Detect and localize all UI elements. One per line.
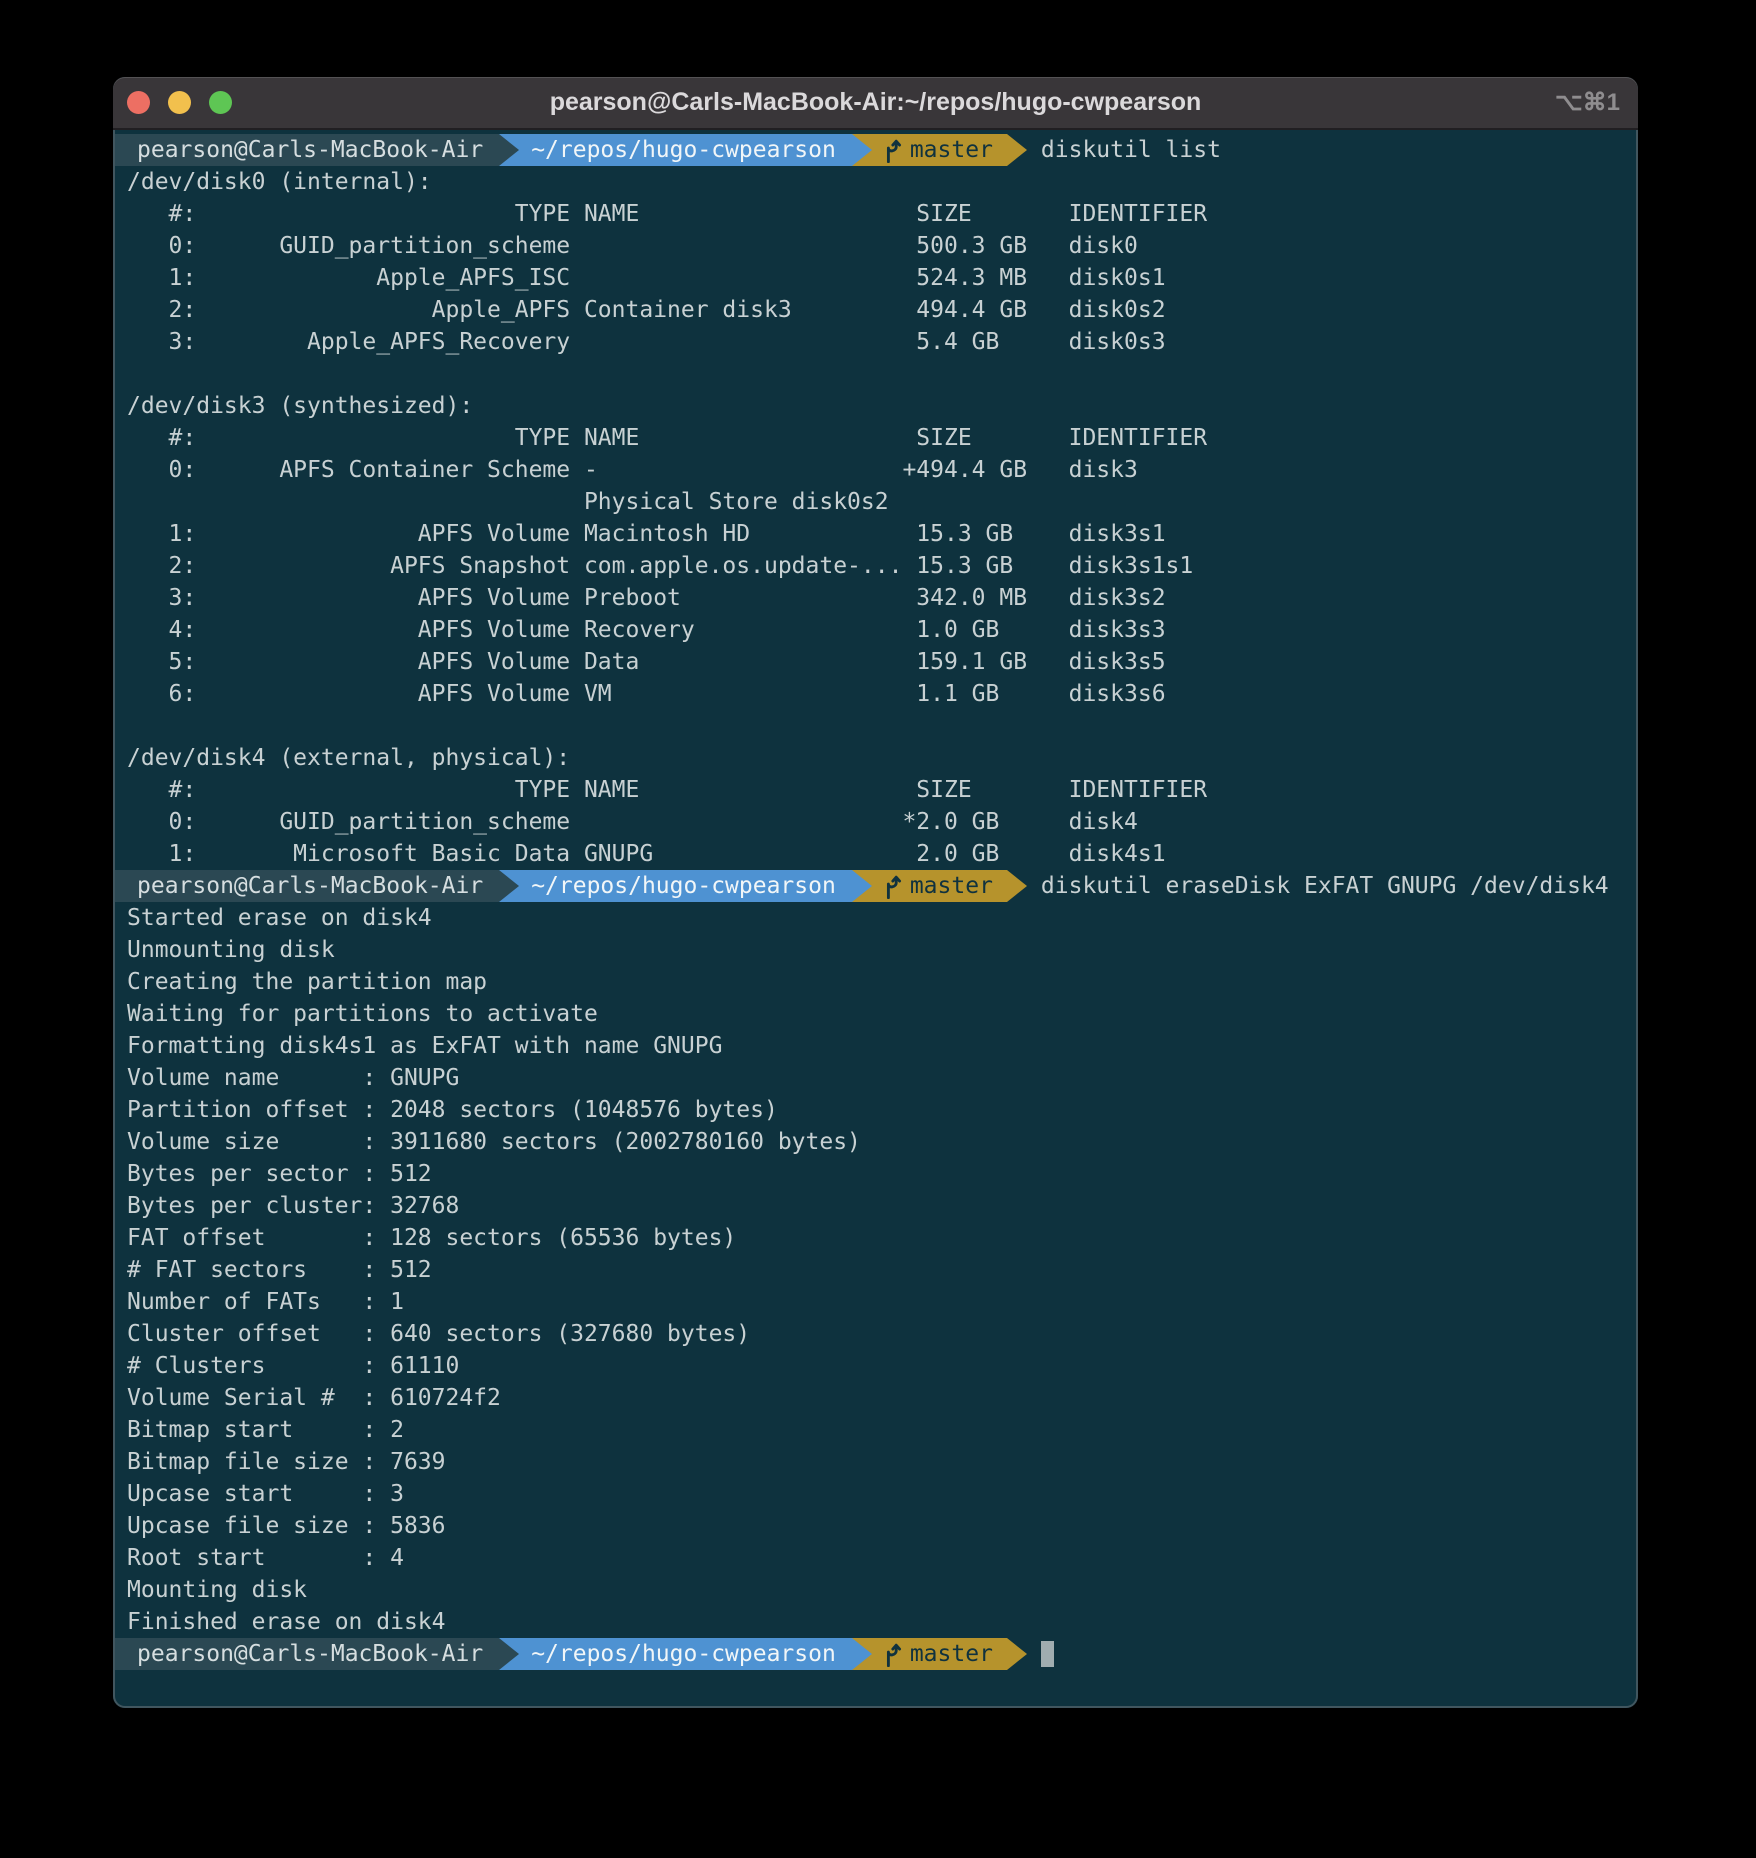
- erase-disk-output: Started erase on disk4 Unmounting disk C…: [115, 902, 1636, 1638]
- shell-prompt-3: pearson@Carls-MacBook-Air ~/repos/hugo-c…: [115, 1638, 1636, 1670]
- prompt-path: ~/repos/hugo-cwpearson: [531, 870, 836, 902]
- powerline-separator-icon: [852, 870, 872, 902]
- git-branch-icon: [880, 137, 902, 163]
- powerline-separator-icon: [1007, 1638, 1027, 1670]
- prompt-host: pearson@Carls-MacBook-Air: [137, 1638, 483, 1670]
- git-branch-icon: [880, 1641, 902, 1667]
- prompt-path-segment: ~/repos/hugo-cwpearson: [519, 134, 852, 166]
- terminal-window: pearson@Carls-MacBook-Air:~/repos/hugo-c…: [113, 77, 1638, 1708]
- command-text: diskutil list: [1041, 134, 1221, 166]
- prompt-git-segment: master: [872, 134, 1007, 166]
- prompt-path-segment: ~/repos/hugo-cwpearson: [519, 870, 852, 902]
- powerline-separator-icon: [499, 134, 519, 166]
- shell-prompt-2: pearson@Carls-MacBook-Air ~/repos/hugo-c…: [115, 870, 1636, 902]
- prompt-git-segment: master: [872, 1638, 1007, 1670]
- powerline-separator-icon: [499, 870, 519, 902]
- powerline-separator-icon: [499, 1638, 519, 1670]
- prompt-branch: master: [910, 1638, 993, 1670]
- window-title: pearson@Carls-MacBook-Air:~/repos/hugo-c…: [113, 77, 1638, 128]
- git-branch-icon: [880, 873, 902, 899]
- terminal-cursor: [1041, 1641, 1054, 1667]
- powerline-separator-icon: [1007, 870, 1027, 902]
- window-shortcut-badge: ⌥⌘1: [1555, 77, 1620, 128]
- prompt-host-segment: pearson@Carls-MacBook-Air: [115, 134, 499, 166]
- prompt-path: ~/repos/hugo-cwpearson: [531, 134, 836, 166]
- powerline-separator-icon: [852, 1638, 872, 1670]
- command-text: diskutil eraseDisk ExFAT GNUPG /dev/disk…: [1041, 870, 1609, 902]
- prompt-host: pearson@Carls-MacBook-Air: [137, 870, 483, 902]
- prompt-host-segment: pearson@Carls-MacBook-Air: [115, 1638, 499, 1670]
- terminal-screen[interactable]: pearson@Carls-MacBook-Air ~/repos/hugo-c…: [113, 130, 1638, 1708]
- prompt-host-segment: pearson@Carls-MacBook-Air: [115, 870, 499, 902]
- prompt-path-segment: ~/repos/hugo-cwpearson: [519, 1638, 852, 1670]
- desktop-background: pearson@Carls-MacBook-Air:~/repos/hugo-c…: [0, 0, 1756, 1858]
- diskutil-list-output: /dev/disk0 (internal): #: TYPE NAME SIZE…: [115, 166, 1636, 870]
- prompt-host: pearson@Carls-MacBook-Air: [137, 134, 483, 166]
- prompt-path: ~/repos/hugo-cwpearson: [531, 1638, 836, 1670]
- powerline-separator-icon: [1007, 134, 1027, 166]
- prompt-branch: master: [910, 870, 993, 902]
- titlebar[interactable]: pearson@Carls-MacBook-Air:~/repos/hugo-c…: [113, 77, 1638, 130]
- shell-prompt-1: pearson@Carls-MacBook-Air ~/repos/hugo-c…: [115, 134, 1636, 166]
- prompt-branch: master: [910, 134, 993, 166]
- prompt-git-segment: master: [872, 870, 1007, 902]
- powerline-separator-icon: [852, 134, 872, 166]
